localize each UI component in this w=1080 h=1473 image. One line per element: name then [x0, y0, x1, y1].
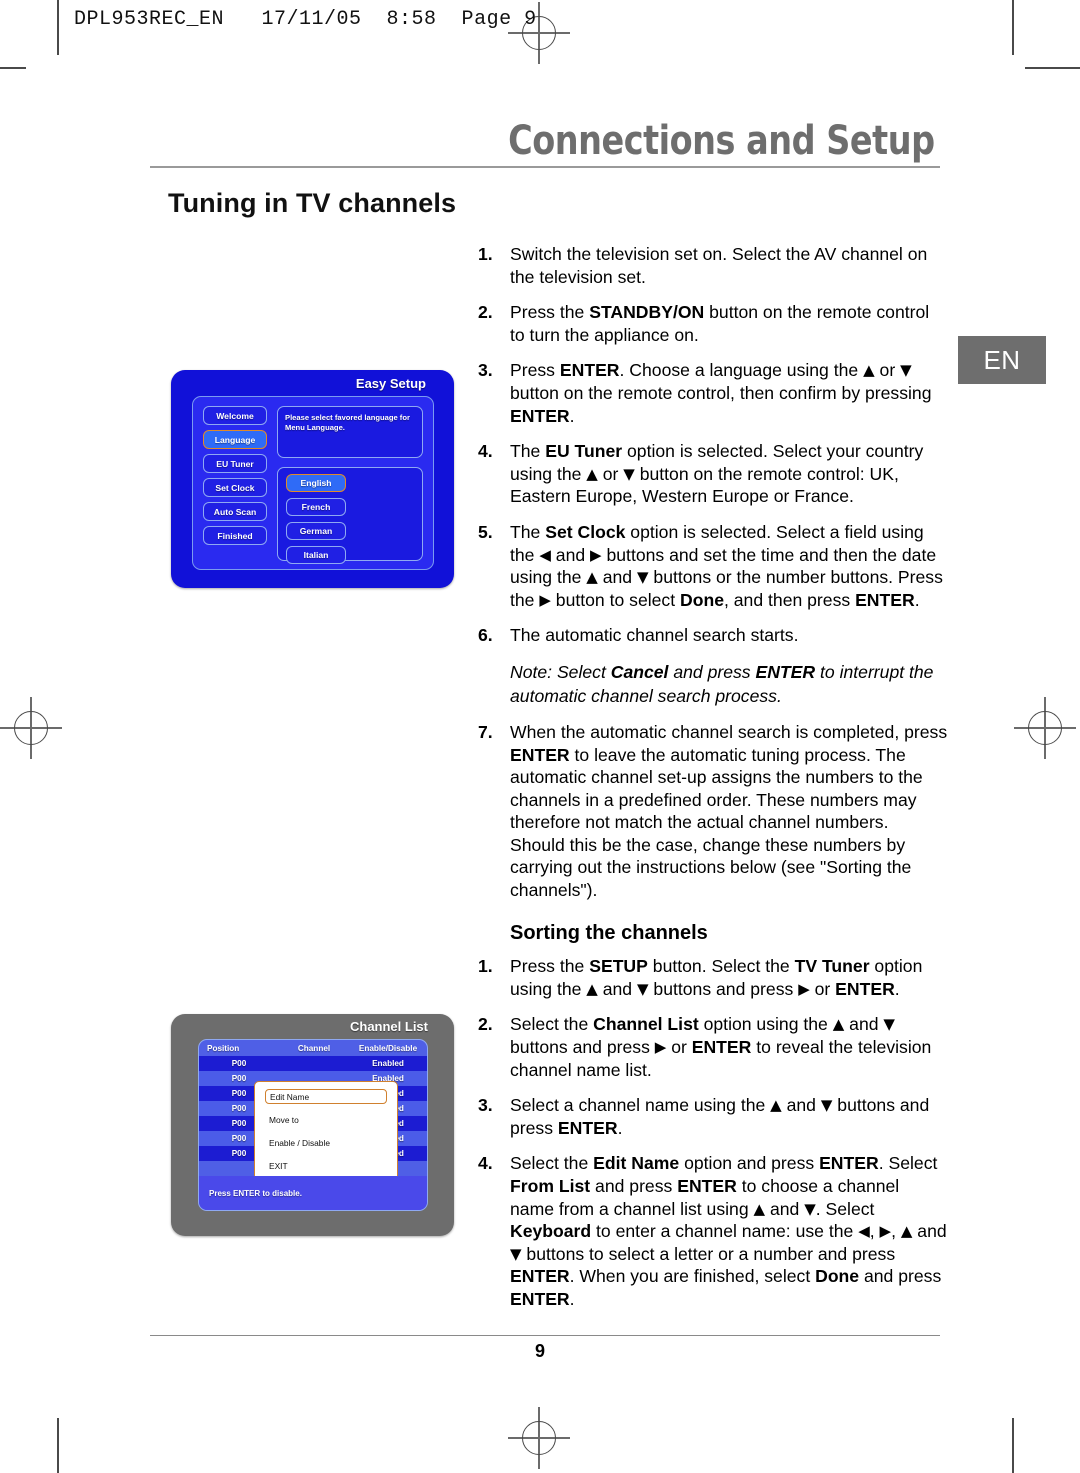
- easy-setup-menu-item-welcome[interactable]: Welcome: [203, 406, 267, 425]
- page-number: 9: [534, 1341, 545, 1361]
- step-4: 4. The EU Tuner option is selected. Selec…: [478, 440, 948, 508]
- crop-mark-top-right-horizontal: [1025, 67, 1080, 69]
- steps-main-list: 1. Switch the television set on. Select t…: [478, 243, 948, 647]
- step-number: 5.: [478, 521, 493, 542]
- footer-rule: [150, 1335, 940, 1337]
- step-number: 1.: [478, 956, 493, 977]
- language-tab-label: EN: [983, 344, 1021, 375]
- note-cancel-search: Note: Select Cancel and press ENTER to i…: [510, 661, 934, 706]
- header-rule: [150, 166, 940, 168]
- registration-mark-right: [1014, 697, 1076, 759]
- column-header-channel: Channel: [297, 1043, 331, 1053]
- registration-mark-bottom: [508, 1407, 570, 1469]
- manual-page: DPL953REC_EN 17/11/05 8:58 Page 9 Connec…: [0, 0, 1080, 1473]
- step-3: 3. Press ENTER. Choose a language using t…: [478, 359, 948, 427]
- crop-mark-bottom-left-vertical: [57, 1418, 59, 1473]
- easy-setup-title: Easy Setup: [355, 376, 426, 391]
- easy-setup-screenshot: Easy Setup Welcome Language EU Tuner Set Cl…: [171, 370, 454, 588]
- crop-mark-top-left-vertical: [57, 0, 59, 55]
- chapter-title: Connections and Setup: [508, 118, 936, 164]
- sorting-step-3: 3. Select a channel name using the ▲ and …: [478, 1094, 948, 1139]
- step-text: Select the Channel List option using the…: [510, 1014, 932, 1080]
- language-option-french[interactable]: French: [286, 498, 346, 516]
- instruction-column: 1. Switch the television set on. Select t…: [478, 243, 948, 1324]
- step-5: 5. The Set Clock option is selected. Sele…: [478, 521, 948, 611]
- step-text: Press the STANDBY/ON button on the remot…: [510, 302, 930, 345]
- crop-mark-top-left-horizontal: [0, 67, 26, 69]
- step-text: Press the SETUP button. Select the TV Tu…: [510, 956, 923, 999]
- sub-heading-sorting: Sorting the channels: [510, 921, 708, 944]
- column-header-enable-disable: Enable/Disable: [358, 1043, 418, 1053]
- step-7: 7. When the automatic channel search is …: [478, 721, 948, 902]
- context-menu-popup: Edit Name Move to Enable / Disable EXIT: [254, 1081, 398, 1187]
- step-number: 1.: [478, 244, 493, 264]
- sorting-step-4: 4. Select the Edit Name option and press …: [478, 1152, 948, 1310]
- sorting-step-1: 1. Press the SETUP button. Select the TV …: [478, 955, 948, 1000]
- step-text: The automatic channel search starts.: [510, 625, 799, 646]
- registration-mark-left: [0, 697, 62, 759]
- easy-setup-menu-item-language[interactable]: Language: [203, 430, 267, 449]
- channel-list-header-row: Position Channel Enable/Disable: [199, 1040, 427, 1056]
- easy-setup-panel: Welcome Language EU Tuner Set Clock Auto Sca…: [192, 396, 434, 570]
- step-number: 4.: [478, 441, 493, 462]
- step-number: 2.: [478, 302, 493, 323]
- step-number: 6.: [478, 625, 493, 646]
- step-1: 1. Switch the television set on. Select t…: [478, 243, 948, 288]
- cell-position: P00: [231, 1059, 247, 1068]
- easy-setup-language-list: English French German Italian: [277, 467, 423, 564]
- easy-setup-menu-item-finished[interactable]: Finished: [203, 526, 267, 545]
- language-option-english[interactable]: English: [286, 474, 346, 492]
- step-text: Switch the television set on. Select the…: [510, 244, 928, 287]
- easy-setup-menu: Welcome Language EU Tuner Set Clock Auto Sca…: [203, 406, 267, 550]
- steps-sorting-list: 1. Press the SETUP button. Select the TV …: [478, 955, 948, 1310]
- step-6: 6. The automatic channel search starts.: [478, 624, 948, 647]
- language-option-german[interactable]: German: [286, 522, 346, 540]
- sorting-step-2: 2. Select the Channel List option using t…: [478, 1013, 948, 1081]
- channel-list-panel: Position Channel Enable/Disable P00 Enabl…: [198, 1039, 428, 1211]
- step-text: Press ENTER. Choose a language using the…: [510, 360, 932, 426]
- context-menu-item-enable-disable[interactable]: Enable / Disable: [265, 1135, 387, 1150]
- context-menu-item-move-to[interactable]: Move to: [265, 1112, 387, 1127]
- channel-list-screenshot: Channel List Position Channel Enable/Dis…: [171, 1014, 454, 1236]
- language-option-italian[interactable]: Italian: [286, 546, 346, 564]
- step-text: Select the Edit Name option and press EN…: [510, 1153, 947, 1309]
- step-number: 3.: [478, 360, 493, 381]
- step-text: The Set Clock option is selected. Select…: [510, 521, 943, 610]
- channel-list-footer-hint: Press ENTER to disable.: [199, 1176, 427, 1210]
- easy-setup-description: Please select favored language for Menu …: [277, 406, 423, 458]
- channel-list-title: Channel List: [349, 1019, 428, 1034]
- easy-setup-menu-item-set-clock[interactable]: Set Clock: [203, 478, 267, 497]
- table-row[interactable]: P00 Enabled: [199, 1056, 427, 1071]
- crop-mark-top-right-vertical: [1012, 0, 1014, 55]
- step-number: 4.: [478, 1153, 493, 1174]
- page-title: Tuning in TV channels: [168, 188, 457, 218]
- column-header-position: Position: [207, 1043, 240, 1053]
- step-text: When the automatic channel search is com…: [510, 721, 948, 901]
- context-menu-item-edit-name[interactable]: Edit Name: [265, 1089, 387, 1104]
- step-text: The EU Tuner option is selected. Select …: [510, 441, 924, 507]
- easy-setup-menu-item-auto-scan[interactable]: Auto Scan: [203, 502, 267, 521]
- step-number: 7.: [478, 721, 493, 742]
- step-number: 3.: [478, 1095, 493, 1116]
- cell-enable-disable: Enabled: [372, 1059, 404, 1068]
- context-menu-item-exit[interactable]: EXIT: [265, 1158, 387, 1173]
- step-text: Select a channel name using the ▲ and ▼ …: [510, 1095, 930, 1138]
- step-number: 2.: [478, 1014, 493, 1035]
- step-2: 2. Press the STANDBY/ON button on the rem…: [478, 301, 948, 346]
- language-tab-en: EN: [958, 336, 1046, 384]
- crop-mark-bottom-right-vertical: [1012, 1418, 1014, 1473]
- easy-setup-menu-item-eu-tuner[interactable]: EU Tuner: [203, 454, 267, 473]
- print-header-text: DPL953REC_EN 17/11/05 8:58 Page 9: [74, 8, 537, 31]
